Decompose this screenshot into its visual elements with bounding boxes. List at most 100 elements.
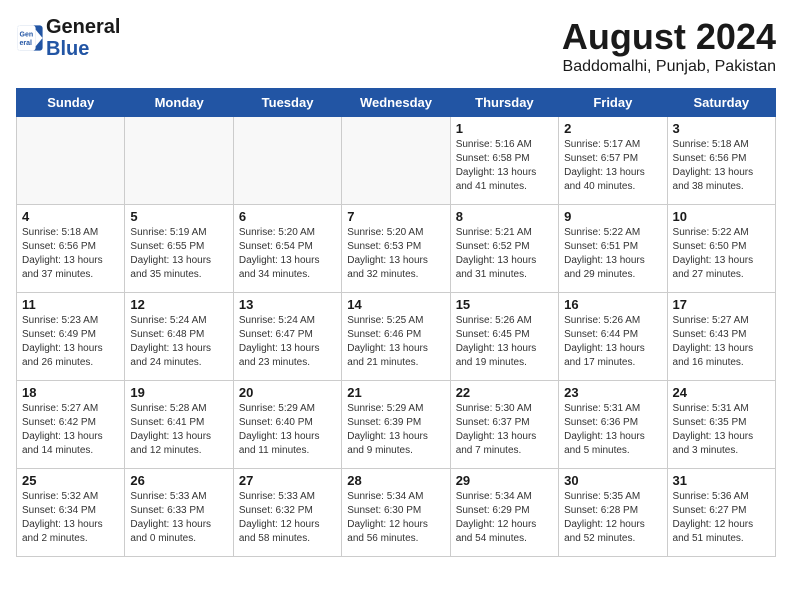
calendar-cell: 22 Sunrise: 5:30 AM Sunset: 6:37 PM Dayli… xyxy=(450,381,558,469)
day-info: Sunrise: 5:36 AM Sunset: 6:27 PM Dayligh… xyxy=(673,490,770,546)
calendar-week-4: 18 Sunrise: 5:27 AM Sunset: 6:42 PM Dayli… xyxy=(17,381,776,469)
day-number: 18 xyxy=(22,385,119,400)
day-number: 6 xyxy=(239,209,336,224)
day-info: Sunrise: 5:31 AM Sunset: 6:35 PM Dayligh… xyxy=(673,402,770,458)
day-info: Sunrise: 5:26 AM Sunset: 6:44 PM Dayligh… xyxy=(564,314,661,370)
day-number: 23 xyxy=(564,385,661,400)
day-info: Sunrise: 5:27 AM Sunset: 6:42 PM Dayligh… xyxy=(22,402,119,458)
calendar-cell: 18 Sunrise: 5:27 AM Sunset: 6:42 PM Dayli… xyxy=(17,381,125,469)
day-info: Sunrise: 5:27 AM Sunset: 6:43 PM Dayligh… xyxy=(673,314,770,370)
weekday-header-tuesday: Tuesday xyxy=(233,89,341,117)
calendar-cell: 12 Sunrise: 5:24 AM Sunset: 6:48 PM Dayli… xyxy=(125,293,233,381)
day-number: 27 xyxy=(239,473,336,488)
weekday-header-wednesday: Wednesday xyxy=(342,89,450,117)
page-header: Gen eral General Blue August 2024 Baddom… xyxy=(16,16,776,76)
day-info: Sunrise: 5:22 AM Sunset: 6:51 PM Dayligh… xyxy=(564,226,661,282)
calendar-cell: 15 Sunrise: 5:26 AM Sunset: 6:45 PM Dayli… xyxy=(450,293,558,381)
day-number: 13 xyxy=(239,297,336,312)
calendar-cell: 17Sunrise: 5:27 AM Sunset: 6:43 PM Dayli… xyxy=(667,293,775,381)
day-number: 24 xyxy=(673,385,770,400)
day-number: 19 xyxy=(130,385,227,400)
calendar-week-3: 11Sunrise: 5:23 AM Sunset: 6:49 PM Dayli… xyxy=(17,293,776,381)
day-info: Sunrise: 5:29 AM Sunset: 6:39 PM Dayligh… xyxy=(347,402,444,458)
day-number: 7 xyxy=(347,209,444,224)
logo-line2: Blue xyxy=(46,38,89,60)
calendar-cell xyxy=(125,117,233,205)
day-number: 21 xyxy=(347,385,444,400)
day-number: 22 xyxy=(456,385,553,400)
day-number: 10 xyxy=(673,209,770,224)
day-info: Sunrise: 5:28 AM Sunset: 6:41 PM Dayligh… xyxy=(130,402,227,458)
calendar-cell: 11Sunrise: 5:23 AM Sunset: 6:49 PM Dayli… xyxy=(17,293,125,381)
day-number: 28 xyxy=(347,473,444,488)
day-info: Sunrise: 5:18 AM Sunset: 6:56 PM Dayligh… xyxy=(22,226,119,282)
svg-text:Gen: Gen xyxy=(20,32,34,39)
calendar-week-1: 1Sunrise: 5:16 AM Sunset: 6:58 PM Daylig… xyxy=(17,117,776,205)
day-number: 5 xyxy=(130,209,227,224)
day-number: 31 xyxy=(673,473,770,488)
day-number: 9 xyxy=(564,209,661,224)
day-number: 20 xyxy=(239,385,336,400)
weekday-header-saturday: Saturday xyxy=(667,89,775,117)
day-number: 29 xyxy=(456,473,553,488)
day-info: Sunrise: 5:24 AM Sunset: 6:48 PM Dayligh… xyxy=(130,314,227,370)
weekday-header-row: SundayMondayTuesdayWednesdayThursdayFrid… xyxy=(17,89,776,117)
calendar-cell: 2Sunrise: 5:17 AM Sunset: 6:57 PM Daylig… xyxy=(559,117,667,205)
month-year: August 2024 xyxy=(562,16,776,58)
calendar-cell: 27Sunrise: 5:33 AM Sunset: 6:32 PM Dayli… xyxy=(233,469,341,557)
weekday-header-sunday: Sunday xyxy=(17,89,125,117)
calendar-week-5: 25 Sunrise: 5:32 AM Sunset: 6:34 PM Dayli… xyxy=(17,469,776,557)
calendar-cell: 16Sunrise: 5:26 AM Sunset: 6:44 PM Dayli… xyxy=(559,293,667,381)
calendar-cell: 8 Sunrise: 5:21 AM Sunset: 6:52 PM Daylig… xyxy=(450,205,558,293)
logo-icon: Gen eral xyxy=(16,24,44,52)
day-number: 12 xyxy=(130,297,227,312)
day-number: 26 xyxy=(130,473,227,488)
day-number: 8 xyxy=(456,209,553,224)
day-info: Sunrise: 5:35 AM Sunset: 6:28 PM Dayligh… xyxy=(564,490,661,546)
calendar-cell: 7 Sunrise: 5:20 AM Sunset: 6:53 PM Daylig… xyxy=(342,205,450,293)
day-info: Sunrise: 5:32 AM Sunset: 6:34 PM Dayligh… xyxy=(22,490,119,546)
calendar-cell: 10 Sunrise: 5:22 AM Sunset: 6:50 PM Dayli… xyxy=(667,205,775,293)
weekday-header-friday: Friday xyxy=(559,89,667,117)
calendar-cell: 14Sunrise: 5:25 AM Sunset: 6:46 PM Dayli… xyxy=(342,293,450,381)
calendar-cell: 21 Sunrise: 5:29 AM Sunset: 6:39 PM Dayli… xyxy=(342,381,450,469)
location: Baddomalhi, Punjab, Pakistan xyxy=(562,58,776,76)
calendar-cell xyxy=(233,117,341,205)
calendar-cell: 1Sunrise: 5:16 AM Sunset: 6:58 PM Daylig… xyxy=(450,117,558,205)
day-info: Sunrise: 5:18 AM Sunset: 6:56 PM Dayligh… xyxy=(673,138,770,194)
day-info: Sunrise: 5:21 AM Sunset: 6:52 PM Dayligh… xyxy=(456,226,553,282)
day-info: Sunrise: 5:16 AM Sunset: 6:58 PM Dayligh… xyxy=(456,138,553,194)
calendar-cell: 3 Sunrise: 5:18 AM Sunset: 6:56 PM Daylig… xyxy=(667,117,775,205)
day-info: Sunrise: 5:20 AM Sunset: 6:53 PM Dayligh… xyxy=(347,226,444,282)
svg-text:eral: eral xyxy=(20,40,33,47)
day-info: Sunrise: 5:26 AM Sunset: 6:45 PM Dayligh… xyxy=(456,314,553,370)
calendar-cell: 13 Sunrise: 5:24 AM Sunset: 6:47 PM Dayli… xyxy=(233,293,341,381)
day-number: 2 xyxy=(564,121,661,136)
calendar-cell: 6Sunrise: 5:20 AM Sunset: 6:54 PM Daylig… xyxy=(233,205,341,293)
day-info: Sunrise: 5:24 AM Sunset: 6:47 PM Dayligh… xyxy=(239,314,336,370)
calendar-cell: 9 Sunrise: 5:22 AM Sunset: 6:51 PM Daylig… xyxy=(559,205,667,293)
calendar-cell: 26Sunrise: 5:33 AM Sunset: 6:33 PM Dayli… xyxy=(125,469,233,557)
calendar-cell: 5Sunrise: 5:19 AM Sunset: 6:55 PM Daylig… xyxy=(125,205,233,293)
calendar-cell: 24 Sunrise: 5:31 AM Sunset: 6:35 PM Dayli… xyxy=(667,381,775,469)
weekday-header-monday: Monday xyxy=(125,89,233,117)
weekday-header-thursday: Thursday xyxy=(450,89,558,117)
calendar-cell: 4Sunrise: 5:18 AM Sunset: 6:56 PM Daylig… xyxy=(17,205,125,293)
day-info: Sunrise: 5:30 AM Sunset: 6:37 PM Dayligh… xyxy=(456,402,553,458)
calendar-week-2: 4Sunrise: 5:18 AM Sunset: 6:56 PM Daylig… xyxy=(17,205,776,293)
calendar-cell: 31 Sunrise: 5:36 AM Sunset: 6:27 PM Dayli… xyxy=(667,469,775,557)
day-number: 15 xyxy=(456,297,553,312)
calendar-table: SundayMondayTuesdayWednesdayThursdayFrid… xyxy=(16,88,776,557)
logo-line1: General xyxy=(46,16,120,38)
day-info: Sunrise: 5:22 AM Sunset: 6:50 PM Dayligh… xyxy=(673,226,770,282)
day-info: Sunrise: 5:25 AM Sunset: 6:46 PM Dayligh… xyxy=(347,314,444,370)
calendar-cell xyxy=(342,117,450,205)
day-number: 30 xyxy=(564,473,661,488)
calendar-cell: 28Sunrise: 5:34 AM Sunset: 6:30 PM Dayli… xyxy=(342,469,450,557)
day-number: 25 xyxy=(22,473,119,488)
calendar-cell: 29Sunrise: 5:34 AM Sunset: 6:29 PM Dayli… xyxy=(450,469,558,557)
day-number: 3 xyxy=(673,121,770,136)
calendar-cell: 25 Sunrise: 5:32 AM Sunset: 6:34 PM Dayli… xyxy=(17,469,125,557)
day-info: Sunrise: 5:23 AM Sunset: 6:49 PM Dayligh… xyxy=(22,314,119,370)
calendar-cell: 19 Sunrise: 5:28 AM Sunset: 6:41 PM Dayli… xyxy=(125,381,233,469)
